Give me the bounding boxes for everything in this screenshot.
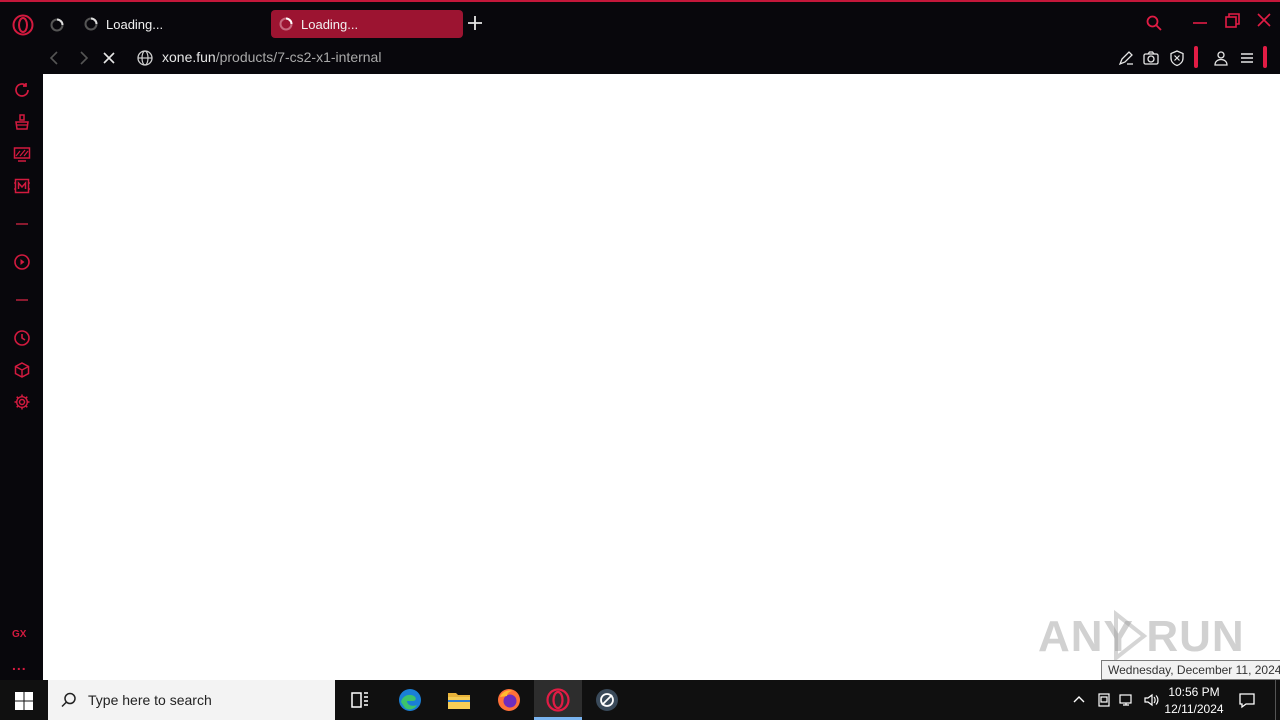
search-placeholder: Type here to search: [88, 692, 212, 708]
app-settings-icon[interactable]: [594, 687, 620, 713]
sidebar-separator: [16, 299, 28, 301]
extensions-cube-icon[interactable]: [13, 361, 31, 379]
edit-icon[interactable]: [1117, 49, 1135, 67]
tab-1[interactable]: Loading...: [76, 10, 266, 38]
cleaner-icon[interactable]: [13, 113, 31, 131]
new-tab-plus-icon[interactable]: [466, 14, 484, 32]
opera-gx-taskbar-icon[interactable]: [545, 687, 571, 713]
settings-gear-icon[interactable]: [13, 393, 31, 411]
show-desktop-button[interactable]: [1275, 680, 1276, 720]
taskbar-search-box[interactable]: Type here to search: [48, 680, 335, 720]
minimize-icon[interactable]: [1189, 10, 1211, 32]
anyrun-watermark-text: ANY RUN: [1038, 612, 1245, 661]
search-icon: [61, 692, 76, 708]
firefox-icon[interactable]: [496, 687, 522, 713]
refresh-icon[interactable]: [13, 81, 31, 99]
clock-time: 10:56 PM: [1168, 685, 1220, 699]
easy-setup-menu-icon[interactable]: [1238, 49, 1256, 67]
music-icon[interactable]: [13, 177, 31, 195]
notification-icon[interactable]: [1238, 691, 1256, 709]
edge-browser-icon[interactable]: [397, 687, 423, 713]
tab-bar: Loading... Loading...: [0, 2, 1280, 42]
url-domain: xone.fun: [162, 49, 216, 65]
task-view-icon[interactable]: [347, 687, 373, 713]
sidebar: GX ...: [0, 74, 43, 680]
network-icon[interactable]: [1119, 692, 1135, 708]
taskbar-clock[interactable]: 10:56 PM 12/11/2024: [1162, 684, 1226, 718]
date-tooltip: Wednesday, December 11, 2024: [1101, 660, 1280, 680]
url-path: /products/7-cs2-x1-internal: [215, 49, 382, 65]
close-icon[interactable]: [1253, 10, 1275, 32]
back-icon[interactable]: [46, 49, 64, 67]
loading-spinner-icon: [50, 18, 64, 32]
tab-loading-icon: [84, 17, 98, 31]
gaming-icon[interactable]: [13, 145, 31, 163]
stop-loading-icon[interactable]: [100, 49, 118, 67]
clock-date: 12/11/2024: [1164, 702, 1224, 716]
sidebar-separator: [16, 223, 28, 225]
account-icon[interactable]: [1212, 49, 1230, 67]
windows-taskbar: Type here to search 10:56 PM 12/11/2024: [0, 680, 1280, 720]
camera-icon[interactable]: [1142, 49, 1160, 67]
tab-loading-icon: [279, 17, 293, 31]
forward-icon[interactable]: [74, 49, 92, 67]
page-content-area[interactable]: [43, 74, 1280, 680]
history-icon[interactable]: [13, 329, 31, 347]
opera-logo-icon[interactable]: [12, 14, 34, 36]
windows-start-icon[interactable]: [14, 691, 34, 711]
tab-2-active[interactable]: Loading...: [271, 10, 463, 38]
volume-icon[interactable]: [1143, 692, 1159, 708]
file-explorer-icon[interactable]: [446, 687, 472, 713]
tray-chevron-up-icon[interactable]: [1071, 692, 1087, 708]
url-field[interactable]: xone.fun/products/7-cs2-x1-internal: [162, 49, 381, 65]
gx-corner-label[interactable]: GX: [12, 629, 26, 640]
player-icon[interactable]: [13, 253, 31, 271]
tab-title: Loading...: [301, 16, 359, 32]
accent-divider: [1194, 46, 1198, 68]
tray-device-icon[interactable]: [1096, 692, 1112, 708]
accent-divider: [1263, 46, 1267, 68]
opera-gx-window: Loading... Loading... xone.fun/products/…: [0, 0, 1280, 680]
tab-title: Loading...: [106, 16, 164, 32]
globe-icon[interactable]: [136, 49, 154, 67]
restore-icon[interactable]: [1221, 10, 1243, 32]
address-bar-row: xone.fun/products/7-cs2-x1-internal: [0, 42, 1280, 74]
search-tabs-icon[interactable]: [1145, 14, 1163, 32]
adblock-shield-icon[interactable]: [1168, 49, 1186, 67]
sidebar-more-icon[interactable]: ...: [12, 658, 27, 672]
